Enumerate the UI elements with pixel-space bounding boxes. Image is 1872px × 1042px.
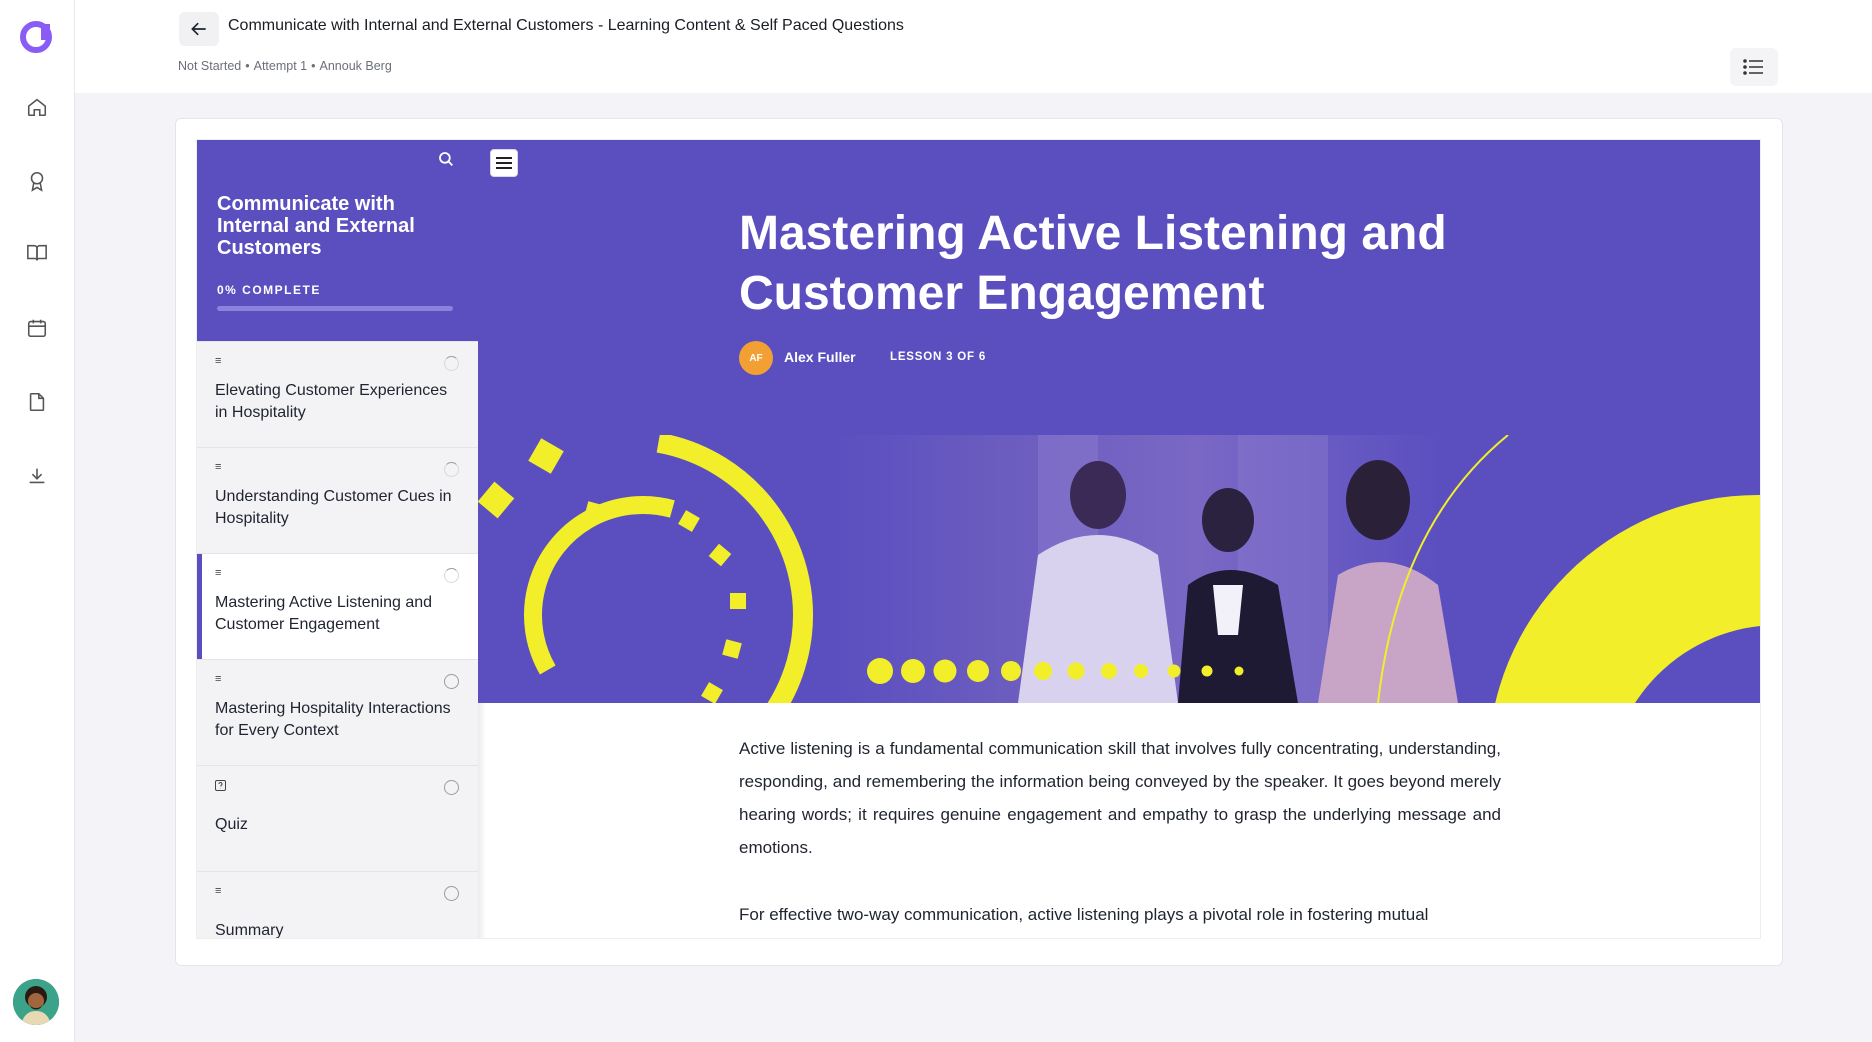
lesson-item-active[interactable]: ≡ Mastering Active Listening and Custome… bbox=[197, 553, 478, 660]
status-text: Not Started bbox=[178, 59, 242, 73]
lesson-item[interactable]: ≡ Mastering Hospitality Interactions for… bbox=[197, 659, 478, 765]
hamburger-icon bbox=[496, 157, 512, 169]
learner-name: Annouk Berg bbox=[319, 59, 392, 73]
back-button[interactable] bbox=[179, 12, 219, 46]
progress-ring-icon bbox=[444, 356, 459, 371]
progress-label: 0% COMPLETE bbox=[217, 283, 321, 297]
list-icon bbox=[1743, 59, 1763, 75]
lesson-item[interactable]: ≡ Summary bbox=[197, 871, 478, 939]
lesson-icon: ≡ bbox=[215, 567, 222, 579]
lesson-icon: ≡ bbox=[215, 355, 222, 367]
lesson-label: Elevating Customer Experiences in Hospit… bbox=[215, 382, 448, 421]
lesson-label: Understanding Customer Cues in Hospitali… bbox=[215, 488, 452, 527]
lesson-paragraph: For effective two-way communication, act… bbox=[739, 905, 1429, 924]
lesson-banner-image bbox=[478, 435, 1760, 703]
quiz-icon bbox=[215, 780, 226, 791]
arrow-left-icon bbox=[191, 22, 206, 36]
lesson-title: Mastering Active Listening and Customer … bbox=[739, 207, 1447, 320]
user-avatar[interactable] bbox=[13, 979, 59, 1025]
progress-ring-icon bbox=[444, 568, 459, 583]
lesson-item[interactable]: ≡ Understanding Customer Cues in Hospita… bbox=[197, 447, 478, 553]
download-icon[interactable] bbox=[22, 461, 52, 491]
logo-icon[interactable] bbox=[19, 20, 53, 54]
status-circle-icon bbox=[444, 674, 459, 689]
lesson-paragraph: Active listening is a fundamental commun… bbox=[739, 739, 1501, 857]
top-header: Communicate with Internal and External C… bbox=[75, 0, 1872, 93]
progress-bar bbox=[217, 306, 453, 311]
sidebar-header: Communicate with Internal and External C… bbox=[197, 140, 478, 341]
app-rail bbox=[0, 0, 75, 1042]
course-sidebar: Communicate with Internal and External C… bbox=[197, 140, 478, 939]
lesson-item[interactable]: ≡ Elevating Customer Experiences in Hosp… bbox=[197, 341, 478, 447]
calendar-icon[interactable] bbox=[22, 313, 52, 343]
course-player: Communicate with Internal and External C… bbox=[196, 139, 1761, 939]
search-icon[interactable] bbox=[437, 150, 459, 172]
lesson-label: Mastering Active Listening and Customer … bbox=[215, 594, 433, 633]
home-icon[interactable] bbox=[22, 92, 52, 122]
lesson-label: Quiz bbox=[215, 816, 248, 833]
page-title: Communicate with Internal and External C… bbox=[228, 17, 904, 34]
lesson-icon: ≡ bbox=[215, 885, 222, 897]
lesson-counter: LESSON 3 OF 6 bbox=[890, 351, 987, 363]
progress-ring-icon bbox=[444, 462, 459, 477]
award-icon[interactable] bbox=[22, 166, 52, 196]
lesson-icon: ≡ bbox=[215, 461, 222, 473]
lesson-label: Mastering Hospitality Interactions for E… bbox=[215, 700, 451, 739]
lesson-hero: Mastering Active Listening and Customer … bbox=[478, 140, 1760, 435]
author-name: Alex Fuller bbox=[784, 349, 856, 365]
lesson-content: Mastering Active Listening and Customer … bbox=[478, 140, 1760, 938]
lesson-icon: ≡ bbox=[215, 673, 222, 685]
author-avatar: AF bbox=[739, 341, 773, 375]
book-icon[interactable] bbox=[22, 238, 52, 268]
attempt-meta: Not Started • Attempt 1 • Annouk Berg bbox=[178, 59, 392, 73]
attempt-text: Attempt 1 bbox=[253, 59, 308, 73]
document-icon[interactable] bbox=[22, 387, 52, 417]
status-circle-icon bbox=[444, 780, 459, 795]
sidebar-toggle-button[interactable] bbox=[490, 149, 518, 177]
status-circle-icon bbox=[444, 886, 459, 901]
course-title: Communicate with Internal and External C… bbox=[217, 193, 415, 259]
lesson-item[interactable]: Quiz bbox=[197, 765, 478, 871]
lesson-label: Summary bbox=[215, 922, 284, 939]
outline-button[interactable] bbox=[1730, 48, 1778, 86]
